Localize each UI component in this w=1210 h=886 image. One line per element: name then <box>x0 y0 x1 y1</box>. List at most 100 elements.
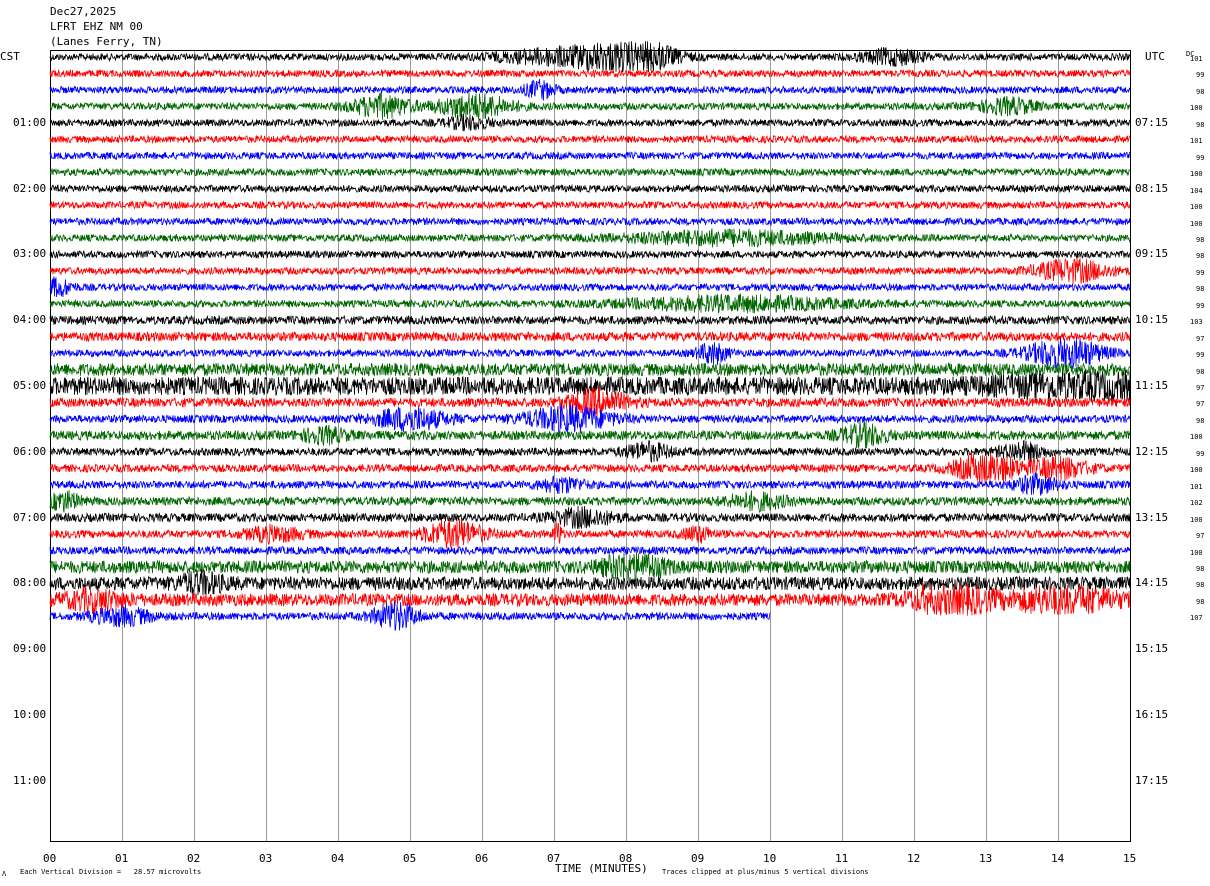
x-tick-label: 05 <box>403 852 417 865</box>
left-hour-label: 11:00 <box>13 773 47 787</box>
right-hour-label: 11:15 <box>1135 379 1169 392</box>
dc-offset-label: 99 <box>1196 71 1205 80</box>
dc-offset-label: 99 <box>1196 449 1205 458</box>
dc-offset-label: 101 <box>1190 482 1203 491</box>
dc-offset-label: 100 <box>1190 219 1203 228</box>
seismic-trace <box>49 249 1131 260</box>
dc-offset-label: 98 <box>1196 120 1205 129</box>
dc-offset-label: 99 <box>1196 351 1205 360</box>
dc-offset-label: 102 <box>1190 499 1203 508</box>
right-hour-label: 14:15 <box>1135 576 1169 590</box>
dc-offset-label: 100 <box>1190 433 1203 442</box>
left-hour-label: 09:00 <box>13 642 47 656</box>
x-tick-label: 14 <box>1051 852 1065 865</box>
left-timezone-label: CST <box>0 50 20 63</box>
left-hour-label: 08:00 <box>13 576 47 590</box>
dc-offset-label: 98 <box>1196 252 1205 261</box>
dc-offset-label: 98 <box>1196 564 1205 573</box>
seismic-trace <box>49 78 1131 101</box>
seismic-trace <box>49 361 1131 378</box>
dc-offset-label: 98 <box>1196 416 1205 425</box>
right-hour-label: 17:15 <box>1135 773 1169 787</box>
dc-offset-label: 98 <box>1196 581 1205 590</box>
seismic-trace <box>49 167 1130 178</box>
dc-offset-label: 100 <box>1190 170 1203 179</box>
dc-offset-label: 100 <box>1190 515 1203 524</box>
seismic-trace <box>49 113 1131 132</box>
right-hour-label: 08:15 <box>1135 181 1169 195</box>
seismic-trace <box>49 330 1131 343</box>
x-tick-label: 15 <box>1123 852 1137 865</box>
seismic-trace <box>49 134 1131 145</box>
left-hour-label: 01:00 <box>13 115 47 129</box>
seismic-trace <box>49 452 1131 484</box>
seismic-trace <box>49 41 1131 73</box>
plot-frame <box>50 50 1131 842</box>
seismic-trace <box>49 150 1130 161</box>
seismic-trace <box>49 228 1131 248</box>
seismic-trace <box>49 545 1131 556</box>
dc-offset-label: 104 <box>1190 186 1203 195</box>
seismic-trace <box>49 505 1131 529</box>
date-label: Dec27,2025 <box>50 5 117 18</box>
dc-offset-label: 99 <box>1196 268 1205 277</box>
dc-offset-label: 101 <box>1190 137 1203 146</box>
seismic-trace <box>49 489 1131 513</box>
seismic-trace <box>49 68 1131 79</box>
station-label: LFRT EHZ NM 00 <box>50 20 143 33</box>
x-tick-label: 09 <box>691 852 705 865</box>
left-hour-label: 03:00 <box>13 247 47 261</box>
right-hour-label: 07:15 <box>1135 115 1169 129</box>
seismic-trace <box>49 183 1131 194</box>
left-hour-label: 06:00 <box>13 444 47 458</box>
clipping-note: Traces clipped at plus/minus 5 vertical … <box>662 868 869 876</box>
dc-offset-label: 98 <box>1196 87 1205 96</box>
left-hour-label: 10:00 <box>13 708 47 721</box>
seismic-trace <box>49 92 1131 120</box>
seismic-trace <box>49 199 1131 211</box>
right-hour-label: 15:15 <box>1135 642 1169 656</box>
seismic-trace <box>49 421 1131 449</box>
seismic-trace <box>49 257 1131 285</box>
x-tick-label: 12 <box>907 852 921 865</box>
dc-offset-label: 99 <box>1196 301 1205 310</box>
corner-mark: Λ <box>2 870 7 878</box>
dc-offset-label: 98 <box>1196 597 1205 606</box>
dc-offset-label: 99 <box>1196 153 1205 162</box>
x-tick-label: 10 <box>763 852 777 865</box>
seismic-trace <box>49 293 1131 314</box>
dc-offset-label: 100 <box>1190 466 1203 475</box>
x-tick-label: 13 <box>979 852 993 865</box>
dc-offset-label: 97 <box>1196 334 1205 343</box>
left-hour-label: 07:00 <box>13 510 47 524</box>
seismic-trace <box>49 337 1131 370</box>
right-timezone-label: UTC <box>1145 50 1165 63</box>
dc-offset-label: 98 <box>1196 367 1205 376</box>
dc-offset-label: 98 <box>1196 285 1205 294</box>
x-tick-label: 11 <box>835 852 849 865</box>
dc-offset-label: 97 <box>1196 384 1205 392</box>
x-tick-label: 01 <box>115 852 129 865</box>
x-tick-label: 03 <box>259 852 273 865</box>
left-hour-label: 04:00 <box>13 313 47 327</box>
vertical-division-note: Each Vertical Division = 28.57 microvolt… <box>20 868 202 876</box>
dc-offset-label: 100 <box>1190 548 1203 557</box>
x-tick-label: 00 <box>43 852 57 865</box>
dc-offset-label: 101 <box>1190 55 1203 63</box>
right-hour-label: 10:15 <box>1135 313 1169 327</box>
dc-offset-label: 100 <box>1190 203 1203 212</box>
right-hour-label: 13:15 <box>1135 510 1169 524</box>
x-axis-title: TIME (MINUTES) <box>555 862 648 875</box>
x-tick-label: 04 <box>331 852 345 865</box>
helicorder-plot <box>49 41 1131 842</box>
dc-offset-label: 100 <box>1190 104 1203 113</box>
dc-offset-label: 98 <box>1196 235 1205 244</box>
location-label: (Lanes Ferry, TN) <box>50 35 163 48</box>
seismic-traces <box>49 41 1131 631</box>
minute-grid <box>122 51 1059 841</box>
x-tick-label: 02 <box>187 852 201 865</box>
right-hour-label: 16:15 <box>1135 708 1169 721</box>
x-tick-label: 06 <box>475 852 489 865</box>
seismic-trace <box>49 216 1131 227</box>
seismic-trace <box>49 370 1131 404</box>
